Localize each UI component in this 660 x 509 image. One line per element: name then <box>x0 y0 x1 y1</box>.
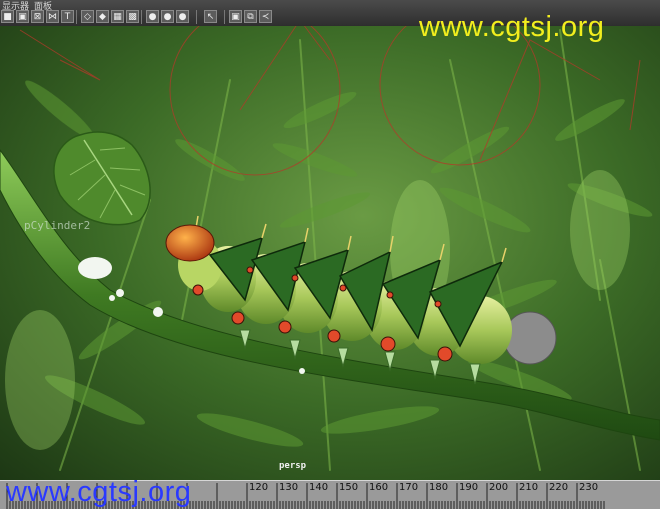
shaded-sphere-icon[interactable]: ● <box>176 10 189 23</box>
toolbar-separator <box>141 10 142 24</box>
select-mode-icon[interactable]: ■ <box>1 10 14 23</box>
timeline-tick-label: 160 <box>369 482 389 493</box>
caterpillar-head <box>165 224 215 262</box>
light-icon[interactable]: ● <box>146 10 159 23</box>
object-name-label: pCylinder2 <box>24 219 91 232</box>
timeline-tick-label: 150 <box>339 482 359 493</box>
camera-label: persp <box>279 461 307 471</box>
wireframe-icon[interactable]: ⊠ <box>31 10 44 23</box>
render-region-icon[interactable]: ▣ <box>16 10 29 23</box>
timeline-tick-label: 230 <box>579 482 599 493</box>
shadow-icon[interactable]: ● <box>161 10 174 23</box>
resolution-gate-icon[interactable]: ⧉ <box>244 10 257 23</box>
timeline-tick-label: 210 <box>519 482 539 493</box>
toolbar-separator <box>76 10 77 24</box>
share-icon[interactable]: ≺ <box>259 10 272 23</box>
timeline-tick-label: 130 <box>279 482 299 493</box>
textured-cube-icon[interactable]: ▦ <box>111 10 124 23</box>
watermark-top: www.cgtsj.org <box>419 11 605 43</box>
wire-cube-icon[interactable]: ◇ <box>81 10 94 23</box>
watermark-bottom: www.cgtsj.org <box>6 476 192 508</box>
cursor-icon[interactable]: ↖ <box>204 10 217 23</box>
checker-icon[interactable]: ▩ <box>126 10 139 23</box>
camera-icon[interactable]: ▣ <box>229 10 242 23</box>
timeline-tick-label: 120 <box>249 482 269 493</box>
timeline-tick-label: 140 <box>309 482 329 493</box>
text-tool-icon[interactable]: T <box>61 10 74 23</box>
timeline-tick-label: 190 <box>459 482 479 493</box>
perspective-viewport[interactable]: 显示器 面板 ■ ▣ ⊠ ⋈ T ◇ ◆ ▦ ▩ ● ● ● ↖ ▣ ⧉ ≺ www.cgtsj.org pC… <box>0 0 660 480</box>
timeline-tick-label: 200 <box>489 482 509 493</box>
timeline-tick-label: 170 <box>399 482 419 493</box>
timeline-tick-label: 180 <box>429 482 449 493</box>
uv-icon[interactable]: ⋈ <box>46 10 59 23</box>
scene-render <box>0 0 660 480</box>
toolbar-separator <box>196 10 197 24</box>
toolbar-separator <box>224 10 225 24</box>
timeline-tick-label: 220 <box>549 482 569 493</box>
smooth-cube-icon[interactable]: ◆ <box>96 10 109 23</box>
